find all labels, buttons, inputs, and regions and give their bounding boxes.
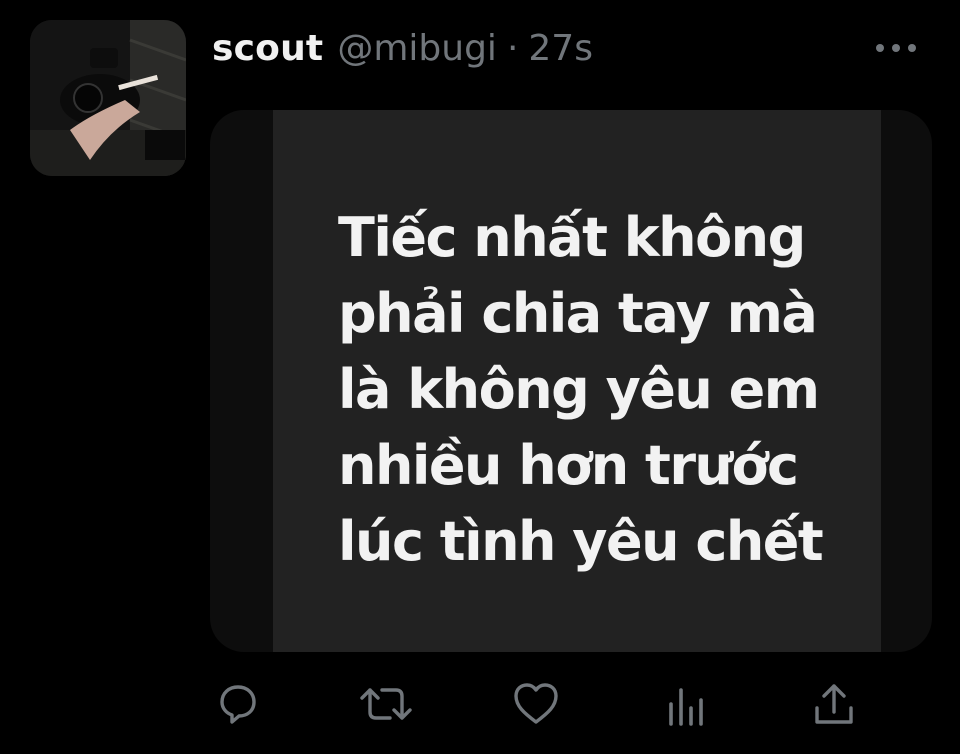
tweet-actions bbox=[0, 676, 960, 732]
like-button[interactable] bbox=[508, 676, 564, 732]
tweet-header: scout @mibugi · 27s bbox=[212, 22, 593, 74]
share-button[interactable] bbox=[806, 676, 862, 732]
views-button[interactable] bbox=[658, 676, 714, 732]
media-text: Tiếc nhất không phải chia tay mà là khôn… bbox=[338, 200, 858, 580]
media-text-line: nhiều hơn trước bbox=[338, 434, 799, 497]
avatar-image bbox=[30, 20, 186, 176]
separator-dot: · bbox=[506, 27, 519, 69]
retweet-button[interactable] bbox=[358, 676, 414, 732]
heart-icon bbox=[514, 683, 558, 724]
media-text-line: là không yêu em bbox=[338, 358, 820, 421]
timestamp[interactable]: 27s bbox=[528, 28, 593, 69]
dot bbox=[892, 44, 900, 52]
reply-button[interactable] bbox=[210, 676, 266, 732]
dot bbox=[876, 44, 884, 52]
media-text-line: lúc tình yêu chết bbox=[338, 510, 824, 573]
media-text-line: Tiếc nhất không bbox=[338, 206, 806, 269]
more-options-icon[interactable] bbox=[872, 36, 920, 60]
display-name[interactable]: scout bbox=[212, 28, 323, 69]
dot bbox=[908, 44, 916, 52]
reply-icon bbox=[220, 685, 256, 724]
media-text-line: phải chia tay mà bbox=[338, 282, 818, 345]
share-icon bbox=[815, 684, 853, 724]
avatar[interactable] bbox=[30, 20, 186, 176]
user-handle[interactable]: @mibugi bbox=[337, 28, 497, 69]
tweet-media[interactable]: Tiếc nhất không phải chia tay mà là khôn… bbox=[210, 110, 932, 652]
retweet-icon bbox=[360, 688, 412, 720]
analytics-icon bbox=[669, 688, 703, 726]
